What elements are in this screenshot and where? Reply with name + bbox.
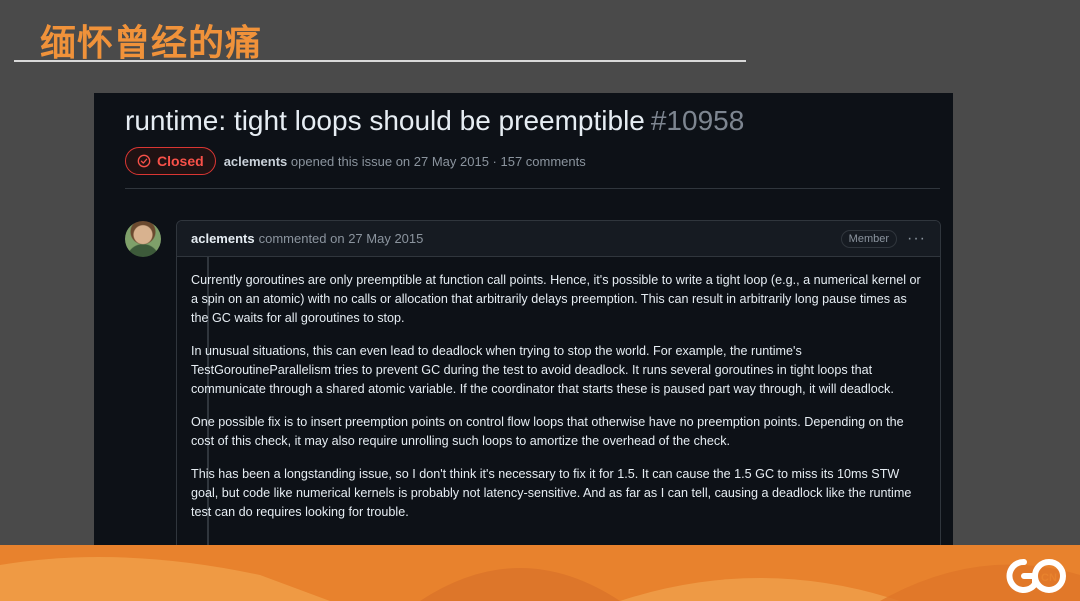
status-badge: Closed (125, 147, 216, 175)
comment-header: aclements commented on 27 May 2015 Membe… (177, 221, 940, 257)
issue-meta-text: opened this issue on 27 May 2015 · 157 c… (290, 153, 586, 169)
footer-band (0, 545, 1080, 601)
header-divider (125, 188, 940, 189)
comment-paragraph: Currently goroutines are only preemptibl… (191, 273, 921, 325)
issue-status-row: Closed aclements opened this issue on 27… (125, 147, 586, 175)
comment-paragraph: In unusual situations, this can even lea… (191, 344, 894, 396)
title-divider (14, 60, 746, 62)
status-label: Closed (157, 153, 204, 169)
issue-meta: aclements opened this issue on 27 May 20… (224, 154, 586, 169)
comment: aclements commented on 27 May 2015 Membe… (176, 220, 941, 556)
member-badge: Member (840, 229, 898, 248)
issue-number[interactable]: #10958 (651, 105, 744, 136)
slide-title: 缅怀曾经的痛 (40, 23, 263, 64)
more-options-icon[interactable]: ··· (907, 230, 926, 248)
go-cn-logo: CN (1006, 558, 1066, 593)
github-issue-panel: runtime: tight loops should be preemptib… (94, 93, 953, 556)
comment-paragraph: One possible fix is to insert preemption… (191, 415, 904, 448)
logo-cn-text: CN (1041, 572, 1057, 584)
issue-title: runtime: tight loops should be preemptib… (125, 105, 744, 137)
comment-paragraph: This has been a longstanding issue, so I… (191, 467, 912, 519)
closed-check-icon (137, 154, 151, 168)
issue-author-link[interactable]: aclements (224, 154, 288, 169)
comment-body: Currently goroutines are only preemptibl… (177, 257, 940, 522)
issue-title-text: runtime: tight loops should be preemptib… (125, 105, 645, 136)
comment-author-link[interactable]: aclements (191, 231, 255, 246)
avatar[interactable] (125, 221, 161, 257)
comment-meta[interactable]: commented on 27 May 2015 (259, 231, 424, 246)
footer-decoration (0, 545, 1080, 601)
